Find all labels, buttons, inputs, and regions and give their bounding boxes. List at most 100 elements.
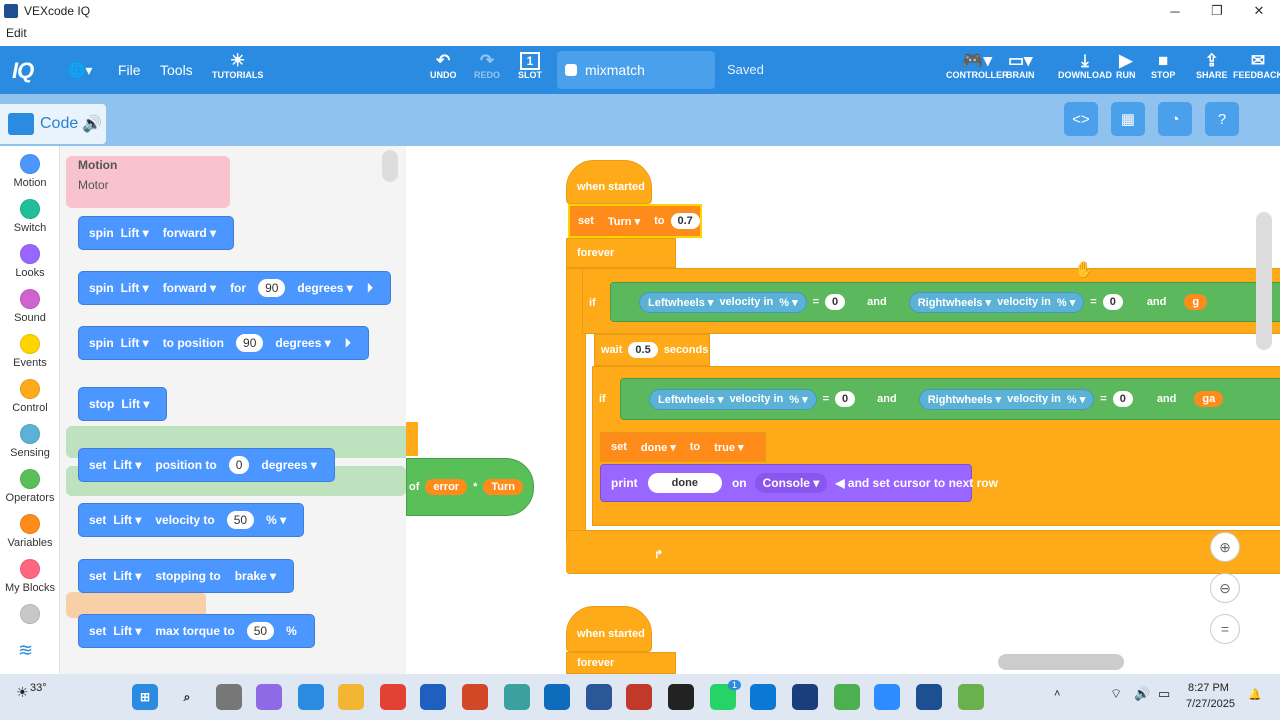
language-globe-button[interactable]: 🌐▾ — [68, 62, 92, 79]
slot-button[interactable]: 1 SLOT — [518, 52, 542, 80]
block-dropdown[interactable]: % ▾ — [266, 513, 286, 527]
block-dropdown[interactable]: Lift ▾ — [113, 569, 141, 583]
motor-dropdown[interactable]: Leftwheels ▾ — [658, 393, 723, 406]
code-tab[interactable]: Code 🔊 — [0, 104, 106, 144]
block-value-input[interactable]: 90 — [236, 334, 264, 352]
palette-block[interactable]: spin Lift ▾ forward ▾ — [78, 216, 235, 250]
app-icon[interactable] — [750, 684, 776, 710]
chevron-up-icon[interactable]: ˄ — [1054, 688, 1060, 700]
wait-value-input[interactable]: 0.5 — [628, 342, 658, 358]
palette-block[interactable]: stop Lift ▾ — [78, 387, 168, 421]
category-switch[interactable]: Switch — [0, 199, 60, 234]
copilot-icon[interactable] — [256, 684, 282, 710]
block-dropdown[interactable]: degrees ▾ — [297, 281, 352, 295]
volume-icon[interactable]: 🔊 — [1134, 686, 1150, 702]
wait-block[interactable]: wait 0.5 seconds — [594, 334, 710, 366]
restore-button[interactable]: ❐ — [1196, 0, 1238, 22]
category-extra[interactable] — [0, 604, 60, 627]
block-dropdown[interactable]: forward ▾ — [163, 226, 216, 240]
unit-dropdown[interactable]: % ▾ — [1067, 393, 1085, 406]
variable-dropdown[interactable]: Turn ▾ — [599, 212, 649, 230]
extensions-icon[interactable]: ≋ — [18, 640, 33, 661]
palette-block[interactable]: spin Lift ▾ forward ▾ for 90 degrees ▾ ⏵ — [78, 271, 391, 305]
zoom-in-button[interactable]: ⊕ — [1210, 532, 1240, 562]
error-variable[interactable]: error — [425, 479, 468, 495]
zoom-reset-button[interactable]: = — [1210, 614, 1240, 644]
value-input[interactable]: 0 — [1112, 391, 1133, 407]
cursor-option[interactable]: ◀ and set cursor to next row — [835, 476, 998, 490]
tools-menu[interactable]: Tools — [160, 62, 193, 78]
block-dropdown[interactable]: Lift ▾ — [113, 458, 141, 472]
palette-block[interactable]: set Lift ▾ stopping to brake ▾ — [78, 559, 295, 593]
project-name-field[interactable]: mixmatch — [557, 51, 715, 89]
block-dropdown[interactable]: brake ▾ — [235, 569, 276, 583]
and-condition-2[interactable]: Leftwheels ▾ velocity in % ▾ = 0 and Rig… — [620, 378, 1280, 420]
app-icon[interactable] — [504, 684, 530, 710]
block-value-input[interactable]: 50 — [226, 511, 255, 529]
console-dropdown[interactable]: Console ▾ — [754, 473, 828, 493]
wifi-icon[interactable]: ⌔ — [1110, 686, 1122, 702]
battery-icon[interactable]: ▭ — [1158, 686, 1170, 702]
menu-edit[interactable]: Edit — [6, 26, 27, 40]
turn-variable[interactable]: Turn — [483, 479, 523, 495]
file-menu[interactable]: File — [118, 62, 141, 78]
operator-fragment[interactable]: of error * Turn — [406, 458, 534, 516]
rightwheels-velocity-reporter[interactable]: Rightwheels ▾ velocity in % ▾ — [908, 291, 1085, 313]
block-dropdown[interactable]: forward ▾ — [163, 281, 216, 295]
block-value-input[interactable]: 50 — [246, 622, 275, 640]
help-button[interactable]: ? — [1205, 102, 1239, 136]
devices-button[interactable]: ▦ — [1111, 102, 1145, 136]
palette-block[interactable]: set Lift ▾ velocity to 50 % ▾ — [78, 503, 305, 537]
value-input[interactable]: 0 — [1102, 294, 1123, 310]
stop-button[interactable]: ■ STOP — [1151, 52, 1175, 81]
notification-icon[interactable]: 🔔 — [1248, 688, 1262, 701]
and-condition-1[interactable]: Leftwheels ▾ velocity in % ▾ = 0 and Rig… — [610, 282, 1280, 322]
category-sensing[interactable]: Sensing — [0, 424, 60, 459]
truncated-variable[interactable]: ga — [1194, 391, 1224, 407]
unit-dropdown[interactable]: % ▾ — [789, 393, 807, 406]
category-looks[interactable]: Looks — [0, 244, 60, 279]
app-icon[interactable] — [626, 684, 652, 710]
value-input[interactable]: 0 — [825, 294, 846, 310]
set-done-block[interactable]: set done ▾ to true ▾ — [600, 432, 766, 462]
print-block[interactable]: print done on Console ▾ ◀ and set cursor… — [600, 464, 998, 502]
minimize-button[interactable]: ─ — [1154, 0, 1196, 22]
block-dropdown[interactable]: Lift ▾ — [113, 513, 141, 527]
task-view-icon[interactable] — [216, 684, 242, 710]
category-motion[interactable]: Motion — [0, 154, 60, 189]
redo-button[interactable]: ↷ REDO — [474, 52, 500, 81]
weather-temp[interactable]: 33° — [30, 682, 47, 694]
close-button[interactable]: ✕ — [1238, 0, 1280, 22]
clock-date[interactable]: 7/27/2025 — [1186, 698, 1235, 710]
value-input[interactable]: 0 — [835, 391, 856, 407]
vertical-scrollbar[interactable] — [1256, 212, 1272, 350]
palette-block[interactable]: spin Lift ▾ to position 90 degrees ▾ ⏵ — [78, 326, 369, 360]
speaker-icon[interactable]: 🔊 — [82, 114, 102, 134]
block-dropdown[interactable]: Lift ▾ — [121, 226, 149, 240]
file-explorer-icon[interactable] — [338, 684, 364, 710]
block-dropdown[interactable]: Lift ▾ — [121, 397, 149, 411]
variable-dropdown[interactable]: done ▾ — [632, 438, 684, 456]
share-button[interactable]: ⇪ SHARE — [1196, 52, 1228, 81]
block-dropdown[interactable]: degrees ▾ — [261, 458, 316, 472]
app-icon[interactable] — [420, 684, 446, 710]
app-icon[interactable] — [958, 684, 984, 710]
forever-block[interactable]: forever — [566, 238, 676, 268]
dashboard-button[interactable]: ◔ — [1158, 102, 1192, 136]
motor-dropdown[interactable]: Leftwheels ▾ — [648, 296, 713, 309]
feedback-button[interactable]: ✉ FEEDBACK — [1233, 52, 1280, 81]
block-dropdown[interactable]: Lift ▾ — [121, 281, 149, 295]
motor-dropdown[interactable]: Rightwheels ▾ — [928, 393, 1001, 406]
horizontal-scrollbar[interactable] — [998, 654, 1124, 670]
powerpoint-icon[interactable] — [462, 684, 488, 710]
controller-button[interactable]: 🎮▾ CONTROLLER — [946, 52, 1009, 81]
rightwheels-velocity-reporter[interactable]: Rightwheels ▾ velocity in % ▾ — [918, 388, 1095, 410]
start-icon[interactable]: ⊞ — [132, 684, 158, 710]
block-dropdown[interactable]: degrees ▾ — [275, 336, 330, 350]
block-dropdown[interactable]: Lift ▾ — [121, 336, 149, 350]
forever-block-2[interactable]: forever — [566, 652, 676, 674]
palette-block[interactable]: set Lift ▾ max torque to 50% — [78, 614, 315, 648]
text-code-view-button[interactable]: <> — [1064, 102, 1098, 136]
run-button[interactable]: ▶ RUN — [1116, 52, 1136, 81]
word-icon[interactable] — [586, 684, 612, 710]
